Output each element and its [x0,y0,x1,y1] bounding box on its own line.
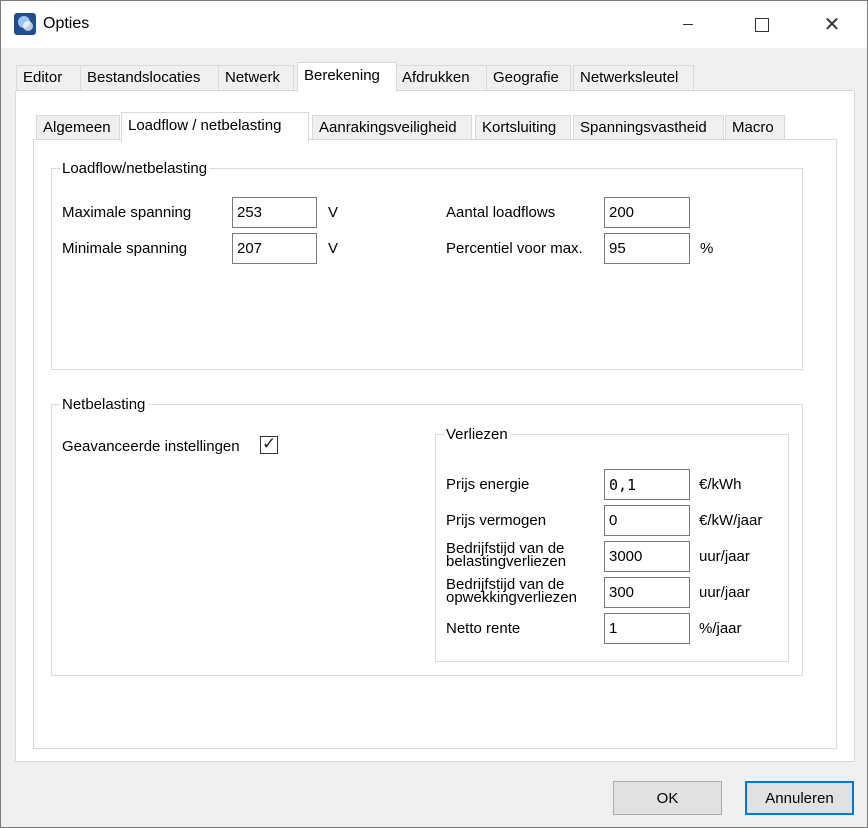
prijs-vermogen-input[interactable] [604,505,690,536]
minimize-button[interactable] [665,1,711,48]
bedrijfstijd-belasting-input[interactable] [604,541,690,572]
maximize-icon [755,17,769,32]
sub-tab-strip: Algemeen Loadflow / netbelasting Aanraki… [33,112,837,142]
tab-afdrukken[interactable]: Afdrukken [395,65,487,90]
close-button[interactable]: ✕ [809,1,855,48]
prijs-energie-label: Prijs energie [446,476,530,493]
window-title: Opties [43,15,90,32]
netto-rente-label: Netto rente [446,620,521,637]
min-spanning-unit: V [328,240,339,257]
max-spanning-input[interactable] [232,197,317,228]
netbelasting-group-legend: Netbelasting [62,396,146,413]
subtab-kortsluiting[interactable]: Kortsluiting [475,115,571,140]
min-spanning-input[interactable] [232,233,317,264]
tab-netwerk[interactable]: Netwerk [218,65,294,90]
tab-berekening[interactable]: Berekening [297,62,397,92]
bedrijfstijd-belasting-label-line2: belastingverliezen [446,553,567,570]
ok-button[interactable]: OK [613,781,722,815]
netto-rente-input[interactable] [604,613,690,644]
checkmark-icon: ✓ [262,434,277,453]
prijs-vermogen-label: Prijs vermogen [446,512,547,529]
bedrijfstijd-opwekking-input[interactable] [604,577,690,608]
subtab-algemeen[interactable]: Algemeen [36,115,120,140]
max-spanning-unit: V [328,204,339,221]
maximize-button[interactable] [739,1,785,48]
aantal-loadflows-input[interactable] [604,197,690,228]
loadflow-group-legend: Loadflow/netbelasting [62,160,208,177]
subtab-loadflow[interactable]: Loadflow / netbelasting [121,112,309,142]
tab-bestandslocaties[interactable]: Bestandslocaties [80,65,219,90]
bedrijfstijd-opwekking-label-line2: opwekkingverliezen [446,589,577,606]
minimize-icon [683,24,693,25]
title-bar[interactable]: Opties ✕ [1,1,867,48]
loadflow-group: Loadflow/netbelasting [51,160,803,370]
berekening-panel: Algemeen Loadflow / netbelasting Aanraki… [15,90,855,762]
min-spanning-label: Minimale spanning [62,240,188,257]
options-dialog: Opties ✕ Editor Bestandslocaties Netwerk… [0,0,868,828]
app-logo-icon [14,13,36,35]
tab-netwerksleutel[interactable]: Netwerksleutel [573,65,694,90]
geavanceerd-label: Geavanceerde instellingen [62,438,240,455]
verliezen-group-legend: Verliezen [446,426,508,443]
loadflow-panel: Loadflow/netbelasting Maximale spanning … [33,139,837,749]
aantal-loadflows-label: Aantal loadflows [446,204,556,221]
tab-geografie[interactable]: Geografie [486,65,571,90]
top-tab-strip: Editor Bestandslocaties Netwerk Berekeni… [15,62,855,92]
bedrijfstijd-belasting-unit: uur/jaar [699,548,750,565]
prijs-vermogen-unit: €/kW/jaar [699,512,763,529]
subtab-aanrakingsveiligheid[interactable]: Aanrakingsveiligheid [312,115,472,140]
max-spanning-label: Maximale spanning [62,204,192,221]
subtab-spanningsvastheid[interactable]: Spanningsvastheid [573,115,724,140]
geavanceerd-checkbox[interactable]: ✓ [260,434,278,454]
bedrijfstijd-opwekking-label: Bedrijfstijd van de opwekkingverliezen [446,577,577,606]
subtab-macro[interactable]: Macro [725,115,785,140]
percentiel-input[interactable] [604,233,690,264]
prijs-energie-unit: €/kWh [699,476,742,493]
percentiel-label: Percentiel voor max. [446,240,583,257]
prijs-energie-input[interactable] [604,469,690,500]
netto-rente-unit: %/jaar [699,620,742,637]
percentiel-unit: % [700,240,714,257]
bedrijfstijd-belasting-label: Bedrijfstijd van de belastingverliezen [446,541,567,570]
cancel-button[interactable]: Annuleren [745,781,854,815]
tab-editor[interactable]: Editor [16,65,86,90]
close-icon: ✕ [823,14,841,36]
bedrijfstijd-opwekking-unit: uur/jaar [699,584,750,601]
